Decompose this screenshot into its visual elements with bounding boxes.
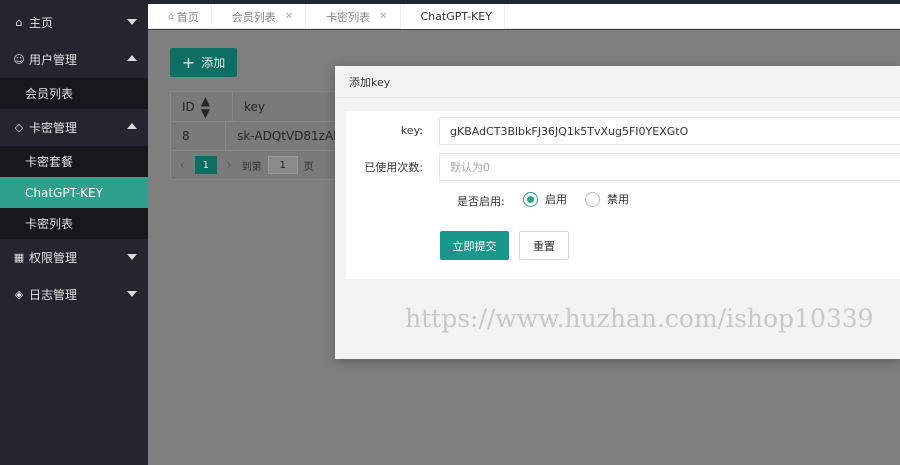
layers-icon: ◈	[14, 288, 24, 301]
key-input[interactable]: gKBAdCT3BlbkFJ36JQ1k5TvXug5FI0YEXGtO	[439, 117, 900, 145]
column-header-key: key	[244, 99, 266, 114]
goto-page-input[interactable]: 1	[267, 156, 298, 174]
sort-icon[interactable]: ▲ ▼	[201, 95, 210, 119]
radio-disable-label[interactable]: 禁用	[607, 191, 629, 207]
modal-title: 添加key	[335, 66, 900, 98]
chevron-down-icon	[127, 254, 137, 260]
enable-radio-group: 启用 禁用	[523, 191, 647, 207]
table-row[interactable]: 8 sk-ADQtVD81zAk3E	[171, 122, 339, 151]
used-count-label: 已使用次数:	[364, 160, 423, 174]
sidebar-item-label: 用户管理	[29, 53, 78, 67]
home-icon: ⌂	[168, 11, 174, 22]
radio-enable-label[interactable]: 启用	[545, 191, 567, 207]
form-row-key: key:	[346, 117, 423, 145]
goto-label: 到第	[241, 161, 262, 173]
add-button-label: 添加	[201, 56, 226, 70]
grid-icon: ▦	[13, 251, 25, 264]
submenu-users: 会员列表	[0, 78, 148, 109]
table-header: ID ▲ ▼ key	[171, 92, 339, 122]
sidebar-item-label: 主页	[29, 16, 54, 30]
enable-label: 是否启用:	[457, 195, 505, 208]
tab-home[interactable]: ⌂ 首页	[148, 4, 212, 29]
user-icon: ☺	[13, 53, 25, 66]
reset-button[interactable]: 重置	[519, 231, 569, 260]
chevron-down-icon	[127, 291, 137, 297]
sidebar-subitem-card-list[interactable]: 卡密列表	[0, 208, 148, 239]
chevron-up-icon	[127, 123, 137, 129]
submenu-card-keys: 卡密套餐 ChatGPT-KEY 卡密列表	[0, 146, 148, 239]
sidebar-item-home[interactable]: ⌂ 主页	[0, 4, 148, 41]
sidebar-item-card-keys[interactable]: ◇ 卡密管理	[0, 109, 148, 146]
add-button[interactable]: + 添加	[170, 48, 237, 77]
form-row-used: 已使用次数:	[346, 154, 423, 182]
tab-label: ChatGPT-KEY	[420, 10, 492, 23]
submit-button[interactable]: 立即提交	[440, 231, 509, 260]
pagination: ‹ 1 › 到第 1 页	[171, 151, 339, 179]
add-key-form: key: gKBAdCT3BlbkFJ36JQ1k5TvXug5FI0YEXGt…	[346, 111, 900, 279]
tab-card-list[interactable]: 卡密列表 ✕	[306, 4, 401, 29]
tab-bar: ⌂ 首页 会员列表 ✕ 卡密列表 ✕ ChatGPT-KEY	[148, 4, 900, 29]
watermark: https://www.huzhan.com/ishop10339	[405, 304, 874, 333]
next-page-icon[interactable]: ›	[227, 158, 232, 172]
tag-icon: ◇	[14, 121, 24, 134]
page-current[interactable]: 1	[194, 156, 217, 174]
tab-label: 会员列表	[231, 10, 276, 24]
sidebar-subitem-card-package[interactable]: 卡密套餐	[0, 146, 148, 177]
plus-icon: +	[181, 52, 196, 72]
sidebar-item-logs[interactable]: ◈ 日志管理	[0, 276, 148, 313]
cell-id: 8	[171, 122, 227, 150]
page-suffix: 页	[303, 161, 314, 173]
sidebar-item-label: 日志管理	[29, 288, 78, 302]
chevron-down-icon	[127, 19, 137, 25]
radio-enable[interactable]	[523, 191, 538, 207]
sidebar-item-users[interactable]: ☺ 用户管理	[0, 41, 148, 78]
chevron-up-icon	[127, 55, 137, 61]
tab-member-list[interactable]: 会员列表 ✕	[212, 4, 307, 29]
used-count-input[interactable]: 默认为0	[439, 153, 900, 181]
radio-disable[interactable]	[585, 191, 600, 207]
column-header-id[interactable]: ID ▲ ▼	[171, 92, 233, 121]
cell-key: sk-ADQtVD81zAk3E	[237, 129, 339, 143]
sidebar-item-label: 卡密管理	[29, 121, 78, 135]
key-label: key:	[400, 123, 423, 137]
sidebar-subitem-member-list[interactable]: 会员列表	[0, 78, 148, 109]
sidebar-item-label: 权限管理	[29, 251, 78, 265]
tab-label: 卡密列表	[326, 10, 371, 24]
sidebar-subitem-chatgpt-key[interactable]: ChatGPT-KEY	[0, 177, 148, 208]
prev-page-icon[interactable]: ‹	[180, 158, 185, 172]
tab-chatgpt-key[interactable]: ChatGPT-KEY	[400, 4, 505, 29]
tab-label: 首页	[176, 10, 199, 24]
close-icon[interactable]: ✕	[379, 11, 387, 22]
sidebar: ⌂ 主页 ☺ 用户管理 会员列表 ◇ 卡密管理 卡密套餐 ChatGPT-KEY…	[0, 4, 148, 465]
close-icon[interactable]: ✕	[285, 11, 293, 22]
home-icon: ⌂	[15, 16, 23, 29]
sidebar-item-permissions[interactable]: ▦ 权限管理	[0, 239, 148, 276]
key-table: ID ▲▼ key 8 sk-ADQtVD81zAk3E ‹ 1 › 到第 1 …	[170, 91, 340, 180]
